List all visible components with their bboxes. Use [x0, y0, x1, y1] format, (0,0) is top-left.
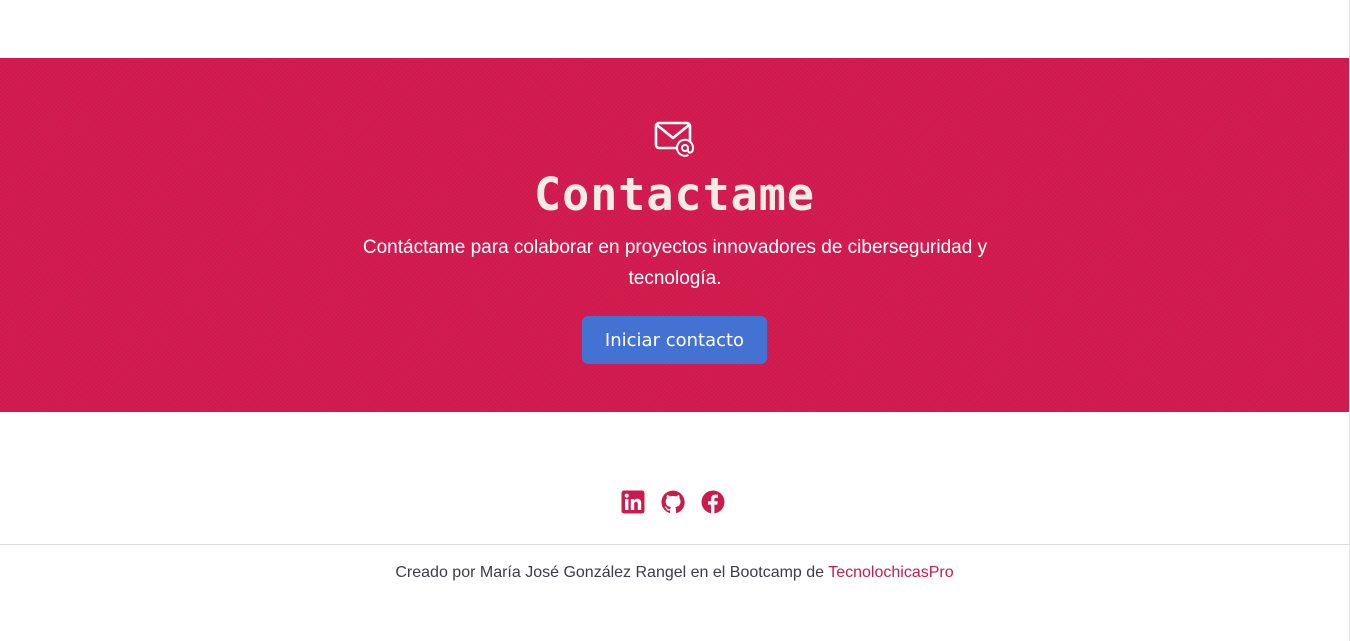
footer-divider — [0, 544, 1349, 545]
mail-at-icon — [654, 121, 695, 157]
social-links — [621, 490, 731, 518]
linkedin-icon — [621, 490, 645, 514]
facebook-icon — [701, 490, 725, 514]
tecnolochicaspro-link[interactable]: TecnolochicasPro — [828, 564, 953, 581]
footer-credit: Creado por María José González Rangel en… — [0, 563, 1349, 583]
start-contact-button[interactable]: Iniciar contacto — [582, 316, 767, 364]
github-icon — [661, 490, 685, 514]
contact-description: Contáctame para colaborar en proyectos i… — [362, 237, 988, 289]
linkedin-link[interactable] — [621, 490, 645, 514]
contact-section: Contactame Contáctame para colaborar en … — [0, 58, 1349, 412]
contact-title: Contactame — [534, 168, 815, 221]
footer-credit-text: Creado por María José González Rangel en… — [395, 564, 829, 581]
github-link[interactable] — [661, 490, 685, 514]
facebook-link[interactable] — [701, 490, 725, 514]
page: Contactame Contáctame para colaborar en … — [0, 0, 1350, 641]
